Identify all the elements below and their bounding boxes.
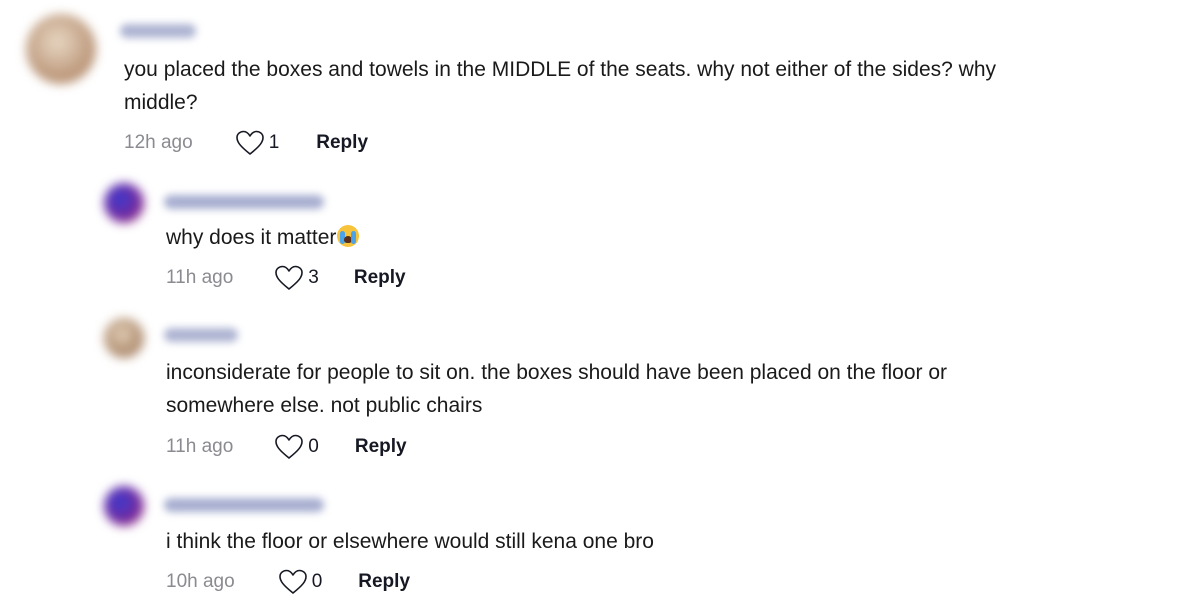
like-button[interactable]: 0	[278, 568, 323, 596]
comment-text: you placed the boxes and towels in the M…	[124, 53, 996, 119]
comment-text-line: middle?	[124, 91, 198, 114]
comment-meta: 11h ago 3 Reply	[166, 262, 406, 294]
loudly-crying-face-emoji	[337, 225, 360, 247]
like-count: 0	[308, 436, 319, 457]
comment-text: why does it matter	[166, 221, 360, 254]
timestamp: 10h ago	[166, 571, 235, 592]
username-blurred[interactable]	[120, 24, 196, 38]
timestamp: 11h ago	[166, 267, 234, 288]
username-blurred[interactable]	[164, 498, 324, 512]
reply-button[interactable]: Reply	[354, 267, 406, 289]
like-button[interactable]: 1	[235, 129, 280, 157]
heart-outline-icon	[274, 264, 304, 292]
avatar[interactable]	[104, 486, 144, 526]
timestamp: 11h ago	[166, 436, 234, 457]
reply-item: inconsiderate for people to sit on. the …	[0, 310, 1200, 475]
comment-meta: 11h ago 0 Reply	[166, 431, 407, 463]
like-button[interactable]: 3	[274, 264, 319, 292]
username-blurred[interactable]	[164, 328, 238, 342]
reply-button[interactable]: Reply	[355, 436, 407, 458]
reply-button[interactable]: Reply	[358, 571, 410, 593]
heart-outline-icon	[235, 129, 265, 157]
like-count: 0	[311, 571, 323, 592]
timestamp: 12h ago	[124, 132, 193, 153]
comment-meta: 12h ago 1 Reply	[124, 127, 368, 159]
like-count: 3	[308, 267, 319, 288]
comment-text-line: you placed the boxes and towels in the M…	[124, 58, 996, 81]
username-blurred[interactable]	[164, 195, 324, 209]
avatar[interactable]	[26, 14, 96, 84]
comment-text-line: why does it matter	[166, 226, 337, 249]
comment-text-line: somewhere else. not public chairs	[166, 394, 483, 417]
comment-text: i think the floor or elsewhere would sti…	[166, 525, 654, 558]
comment-meta: 10h ago 0 Reply	[166, 566, 410, 598]
comment-item: you placed the boxes and towels in the M…	[0, 0, 1200, 160]
heart-outline-icon	[274, 433, 304, 461]
reply-item: why does it matter 11h ago 3 Reply	[0, 175, 1200, 305]
heart-outline-icon	[278, 568, 308, 596]
like-count: 1	[268, 132, 280, 153]
comment-text: inconsiderate for people to sit on. the …	[166, 356, 947, 422]
avatar[interactable]	[104, 183, 144, 223]
comment-text-line: inconsiderate for people to sit on. the …	[166, 361, 948, 384]
like-button[interactable]: 0	[274, 433, 319, 461]
reply-button[interactable]: Reply	[316, 132, 368, 154]
reply-item: i think the floor or elsewhere would sti…	[0, 480, 1200, 603]
avatar[interactable]	[104, 318, 144, 358]
comment-text-line: i think the floor or elsewhere would sti…	[166, 530, 654, 553]
